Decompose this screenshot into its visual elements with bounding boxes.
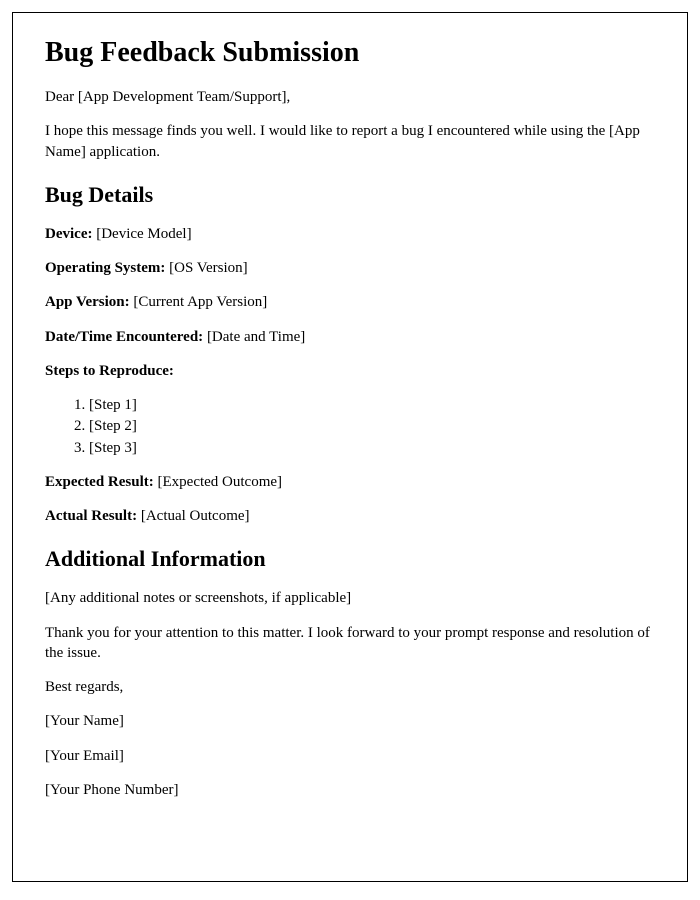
document-page: Bug Feedback Submission Dear [App Develo…	[12, 12, 688, 882]
list-item: [Step 3]	[89, 438, 655, 458]
list-item: [Step 2]	[89, 416, 655, 436]
app-version-value: [Current App Version]	[130, 294, 268, 310]
intro-paragraph: I hope this message finds you well. I wo…	[45, 121, 655, 162]
closing-paragraph: Thank you for your attention to this mat…	[45, 623, 655, 664]
signoff-line: Best regards,	[45, 677, 655, 697]
os-label: Operating System:	[45, 260, 165, 276]
device-field: Device: [Device Model]	[45, 224, 655, 244]
steps-list: [Step 1] [Step 2] [Step 3]	[89, 395, 655, 458]
os-field: Operating System: [OS Version]	[45, 258, 655, 278]
list-item: [Step 1]	[89, 395, 655, 415]
your-name-line: [Your Name]	[45, 711, 655, 731]
actual-result-label: Actual Result:	[45, 508, 137, 524]
bug-details-heading: Bug Details	[45, 182, 655, 208]
datetime-label: Date/Time Encountered:	[45, 329, 203, 345]
your-email-line: [Your Email]	[45, 746, 655, 766]
actual-result-field: Actual Result: [Actual Outcome]	[45, 506, 655, 526]
additional-notes: [Any additional notes or screenshots, if…	[45, 588, 655, 608]
os-value: [OS Version]	[165, 260, 247, 276]
datetime-value: [Date and Time]	[203, 329, 305, 345]
greeting-line: Dear [App Development Team/Support],	[45, 87, 655, 107]
actual-result-value: [Actual Outcome]	[137, 508, 249, 524]
expected-result-value: [Expected Outcome]	[154, 474, 282, 490]
expected-result-label: Expected Result:	[45, 474, 154, 490]
expected-result-field: Expected Result: [Expected Outcome]	[45, 472, 655, 492]
app-version-field: App Version: [Current App Version]	[45, 292, 655, 312]
additional-info-heading: Additional Information	[45, 546, 655, 572]
page-title: Bug Feedback Submission	[45, 37, 655, 69]
steps-label: Steps to Reproduce:	[45, 363, 174, 379]
datetime-field: Date/Time Encountered: [Date and Time]	[45, 327, 655, 347]
your-phone-line: [Your Phone Number]	[45, 780, 655, 800]
device-label: Device:	[45, 226, 92, 242]
steps-field: Steps to Reproduce:	[45, 361, 655, 381]
device-value: [Device Model]	[92, 226, 191, 242]
app-version-label: App Version:	[45, 294, 130, 310]
